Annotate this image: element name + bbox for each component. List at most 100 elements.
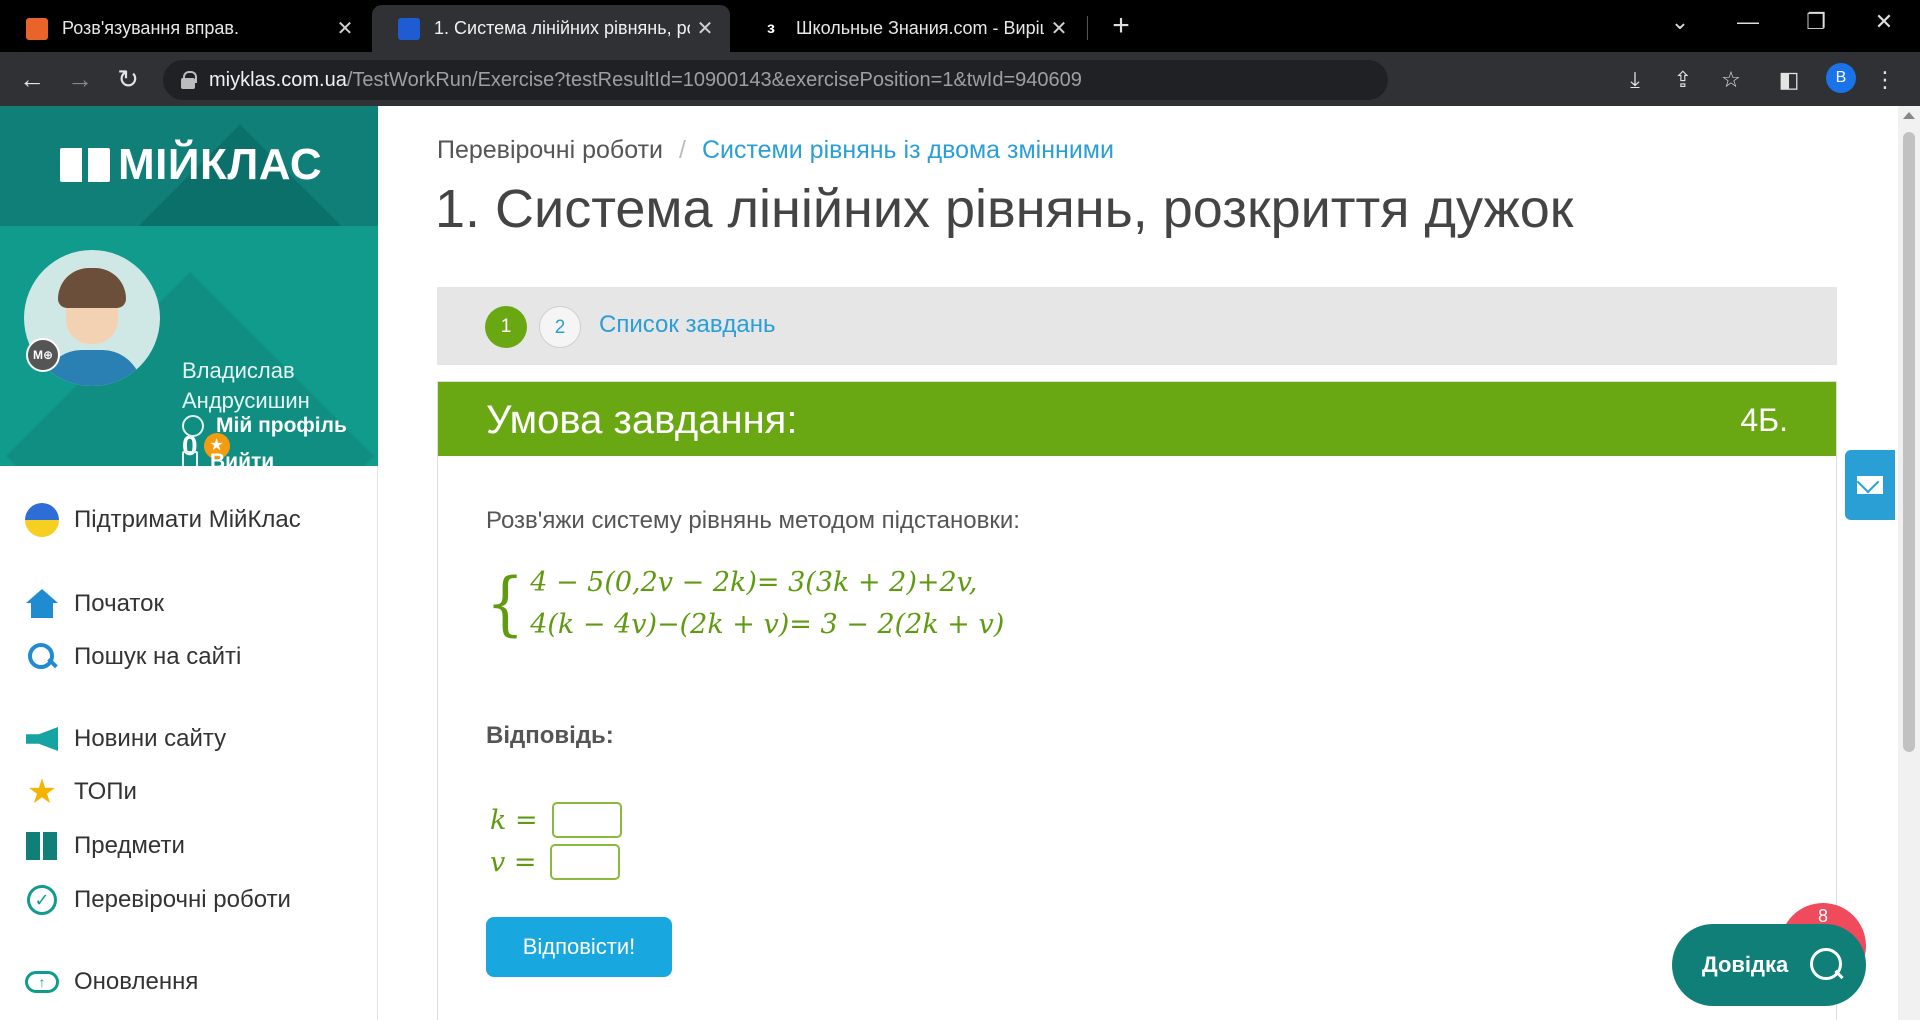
breadcrumb-root[interactable]: Перевірочні роботи: [437, 136, 663, 165]
mo-badge: M⊕: [26, 338, 60, 372]
book-logo-icon: [60, 146, 110, 184]
answer-row-k: k =: [490, 802, 622, 838]
step-1-button[interactable]: 1: [485, 306, 527, 348]
books-icon: [24, 828, 60, 864]
answer-k-input[interactable]: [551, 802, 622, 838]
back-arrow-icon[interactable]: ←: [14, 61, 50, 97]
sidebar-item-home[interactable]: Початок: [24, 586, 164, 622]
reload-icon[interactable]: ↻: [110, 61, 146, 97]
site-logo[interactable]: МІЙКЛАС: [60, 140, 322, 190]
exercise-prompt: Розв'яжи систему рівнянь методом підстан…: [486, 507, 1020, 534]
sidebar-item-label: ТОПи: [74, 778, 137, 805]
card-header: Умова завдання: 4Б.: [438, 382, 1836, 456]
megaphone-icon: [24, 721, 60, 757]
close-window-icon[interactable]: ✕: [1854, 0, 1914, 44]
search-icon: [24, 639, 60, 675]
tab-title: 1. Система лінійних рівнянь, ро: [434, 18, 690, 38]
tab-close-icon[interactable]: ✕: [1044, 16, 1074, 41]
bookmark-star-icon[interactable]: ☆: [1716, 65, 1746, 95]
forward-arrow-icon[interactable]: →: [62, 61, 98, 97]
page-scrollbar[interactable]: [1898, 106, 1920, 1020]
tab-favicon-icon: з: [767, 19, 775, 37]
task-list-link[interactable]: Список завдань: [599, 311, 775, 339]
help-label: Довідка: [1702, 952, 1789, 977]
browser-toolbar: ← → ↻ miyklas.com.ua/TestWorkRun/Exercis…: [0, 52, 1920, 106]
share-icon[interactable]: ⇪: [1668, 65, 1698, 95]
sidebar-item-label: Пошук на сайті: [74, 643, 242, 670]
tab-title: Школьные Знания.com - Виріш: [796, 18, 1044, 38]
exercise-card: Умова завдання: 4Б. Розв'яжи систему рів…: [437, 381, 1837, 1020]
browser-tab[interactable]: з Школьные Знания.com - Виріш ✕: [734, 5, 1084, 52]
tab-close-icon[interactable]: ✕: [690, 16, 720, 41]
sidebar-item-label: Оновлення: [74, 968, 199, 995]
card-title: Умова завдання:: [486, 398, 798, 442]
logout-link[interactable]: Вийти: [182, 450, 274, 466]
logout-label: Вийти: [210, 450, 275, 466]
sidebar-item-tests[interactable]: ✓ Перевірочні роботи: [24, 882, 291, 918]
steps-bar: 1 2 Список завдань: [437, 287, 1837, 365]
address-bar[interactable]: miyklas.com.ua/TestWorkRun/Exercise?test…: [163, 60, 1388, 100]
sidebar-item-label: Початок: [74, 590, 164, 617]
lock-icon: [181, 71, 197, 89]
browser-menu-icon[interactable]: ⋮: [1870, 65, 1900, 95]
page-title: 1. Система лінійних рівнянь, розкриття д…: [435, 179, 1574, 239]
sidebar-item-label: Предмети: [74, 832, 185, 859]
browser-tab-active[interactable]: 1. Система лінійних рівнянь, ро ✕: [372, 5, 730, 52]
main-content: Перевірочні роботи / Системи рівнянь із …: [378, 106, 1898, 1020]
tab-search-chevron-icon[interactable]: ⌄: [1650, 0, 1710, 44]
sidebar-item-updates[interactable]: ↑ Оновлення: [24, 964, 198, 1000]
tab-favicon-icon: [398, 17, 420, 40]
sidebar-item-support[interactable]: Підтримати МійКлас: [24, 502, 301, 538]
check-circle-icon: ✓: [24, 882, 60, 918]
mail-icon: [1857, 476, 1883, 494]
answer-row-v: v =: [490, 844, 621, 880]
answer-label: Відповідь:: [486, 722, 614, 749]
browser-tab-bar: Розв'язування вправ. ✕ 1. Система лінійн…: [0, 0, 1920, 52]
sidebar-item-search[interactable]: Пошук на сайті: [24, 639, 241, 675]
minimize-icon[interactable]: —: [1718, 0, 1778, 44]
profile-icon: [182, 415, 204, 437]
user-name: Владислав Андрусишин: [182, 358, 310, 413]
breadcrumb: Перевірочні роботи / Системи рівнянь із …: [437, 136, 1114, 165]
step-2-button[interactable]: 2: [539, 306, 581, 348]
submit-answer-button[interactable]: Відповісти!: [486, 917, 672, 977]
breadcrumb-separator: /: [679, 136, 686, 164]
browser-profile-avatar[interactable]: B: [1826, 63, 1856, 93]
scroll-thumb[interactable]: [1903, 132, 1915, 752]
answer-var-v: v =: [490, 846, 537, 878]
tab-title: Розв'язування вправ.: [62, 18, 239, 38]
my-profile-link[interactable]: Мій профіль: [182, 414, 347, 438]
logout-door-icon: [182, 451, 198, 466]
restore-icon[interactable]: ❐: [1786, 0, 1846, 44]
url-host: miyklas.com.ua: [209, 68, 347, 91]
ukraine-flag-icon: [24, 502, 60, 538]
scroll-up-arrow-icon[interactable]: [1903, 112, 1915, 119]
install-app-icon[interactable]: ⤓: [1620, 65, 1650, 95]
my-profile-label: Мій профіль: [216, 414, 347, 437]
sidebar: МІЙКЛАС Владислав Андрусишин 0 ★ Мій про…: [0, 106, 378, 1020]
side-panel-icon[interactable]: ◧: [1774, 65, 1804, 95]
new-tab-plus-icon[interactable]: +: [1103, 8, 1139, 44]
answer-v-input[interactable]: [550, 844, 621, 880]
sidebar-item-label: Новини сайту: [74, 725, 227, 752]
url-path: /TestWorkRun/Exercise?testResultId=10900…: [346, 68, 1082, 91]
points-label: 4Б.: [1740, 402, 1788, 438]
sidebar-item-label: Перевірочні роботи: [74, 886, 291, 913]
star-icon: ★: [26, 773, 58, 811]
cloud-upload-icon: ↑: [24, 964, 60, 1000]
tab-favicon-icon: [26, 17, 48, 40]
tab-close-icon[interactable]: ✕: [330, 16, 360, 41]
feedback-mail-button[interactable]: [1845, 450, 1895, 520]
sidebar-item-label: Підтримати МійКлас: [74, 506, 301, 533]
browser-tab[interactable]: Розв'язування вправ. ✕: [0, 5, 370, 52]
help-button[interactable]: Довідка: [1672, 924, 1866, 1006]
sidebar-item-tops[interactable]: ★ ТОПи: [24, 774, 137, 810]
brand-name: МІЙКЛАС: [118, 140, 323, 189]
breadcrumb-current[interactable]: Системи рівнянь із двома змінними: [702, 136, 1114, 165]
equation-1: 4 − 5(0,2v − 2k)= 3(3k + 2)+2v,: [530, 567, 978, 598]
system-brace: {: [486, 563, 525, 645]
sidebar-item-news[interactable]: Новини сайту: [24, 721, 226, 757]
tab-separator: [1087, 16, 1088, 40]
answer-var-k: k =: [490, 804, 538, 836]
sidebar-item-subjects[interactable]: Предмети: [24, 828, 185, 864]
